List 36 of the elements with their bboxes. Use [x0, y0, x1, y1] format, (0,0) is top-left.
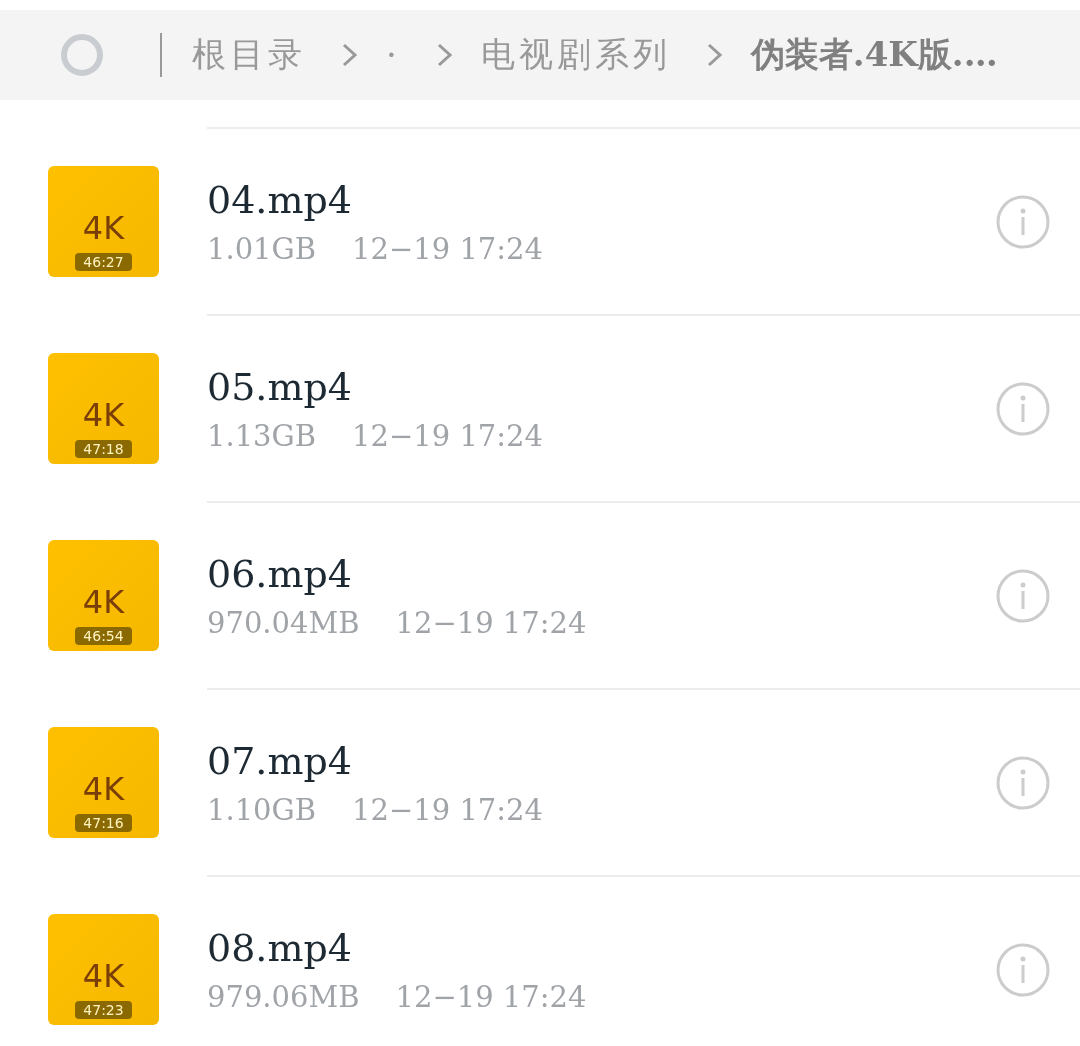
file-size: 1.13GB — [207, 418, 317, 453]
breadcrumb-item[interactable]: · — [386, 35, 401, 75]
file-name: 08.mp4 — [207, 925, 353, 970]
file-name: 04.mp4 — [207, 177, 353, 222]
info-icon[interactable] — [996, 942, 1050, 997]
file-date: 12−19 17:24 — [352, 231, 543, 266]
file-date: 12−19 17:24 — [352, 792, 543, 827]
resolution-label: 4K — [82, 957, 125, 995]
duration-label: 47:16 — [75, 814, 132, 832]
file-size: 1.01GB — [207, 231, 317, 266]
breadcrumb-item[interactable]: 伪装者.4K版.… — [750, 32, 998, 78]
info-icon[interactable] — [996, 381, 1050, 436]
info-icon[interactable] — [996, 568, 1050, 623]
info-icon[interactable] — [996, 755, 1050, 810]
breadcrumb-item[interactable]: 根目录 — [192, 32, 306, 78]
file-name: 07.mp4 — [207, 738, 353, 783]
file-date: 12−19 17:24 — [395, 605, 587, 640]
select-circle-icon[interactable] — [60, 33, 104, 77]
duration-label: 47:18 — [75, 440, 132, 458]
file-name: 05.mp4 — [207, 364, 353, 409]
resolution-label: 4K — [82, 770, 125, 808]
breadcrumb-item[interactable]: 电视剧系列 — [480, 32, 671, 78]
duration-label: 46:27 — [75, 253, 132, 271]
file-size: 1.10GB — [207, 792, 317, 827]
duration-label: 46:54 — [75, 627, 132, 645]
resolution-label: 4K — [82, 583, 125, 621]
file-date: 12−19 17:24 — [352, 418, 543, 453]
file-size: 970.04MB — [207, 605, 360, 640]
file-date: 12−19 17:24 — [395, 979, 587, 1014]
resolution-label: 4K — [82, 209, 125, 247]
resolution-label: 4K — [82, 396, 125, 434]
file-size: 979.06MB — [207, 979, 360, 1014]
file-name: 06.mp4 — [207, 551, 353, 596]
duration-label: 47:23 — [75, 1001, 132, 1019]
chevron-right-icon — [340, 41, 360, 69]
info-icon[interactable] — [996, 194, 1050, 249]
